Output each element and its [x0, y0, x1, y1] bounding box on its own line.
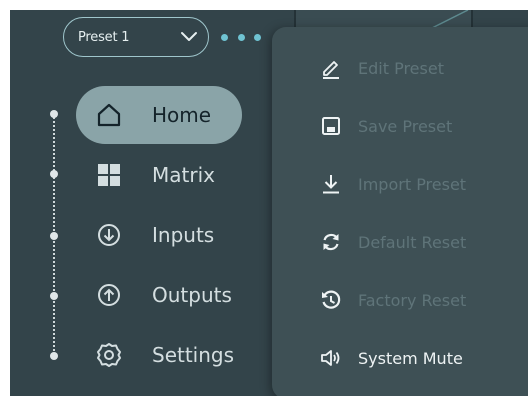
pencil-icon	[320, 57, 342, 79]
nav-item-label: Settings	[152, 343, 235, 367]
timeline-dot	[50, 232, 58, 240]
more-dot-icon	[221, 33, 228, 41]
app-window: Preset 1 Home Matrix Inputs Outputs Sett…	[10, 10, 528, 396]
nav-item-label: Inputs	[152, 223, 215, 247]
menu-item-factory-reset[interactable]: Factory Reset	[272, 277, 528, 323]
nav-item-home[interactable]: Home	[76, 86, 242, 144]
menu-item-label: Import Preset	[358, 174, 467, 194]
nav-item-settings[interactable]: Settings	[76, 326, 242, 384]
grid-icon	[96, 162, 122, 188]
more-dot-icon	[237, 33, 245, 41]
nav-item-label: Matrix	[152, 163, 215, 187]
preset-selector-value: Preset 1	[78, 29, 130, 45]
menu-item-default-reset[interactable]: Default Reset	[272, 219, 528, 265]
more-dot-icon	[254, 33, 261, 41]
more-options-button[interactable]	[221, 30, 261, 44]
floppy-disk-icon	[320, 115, 342, 137]
menu-item-save-preset[interactable]: Save Preset	[272, 103, 528, 149]
nav-item-outputs[interactable]: Outputs	[76, 266, 242, 324]
download-icon	[320, 173, 342, 195]
menu-item-system-mute[interactable]: System Mute	[272, 335, 528, 381]
arrow-down-circle-icon	[96, 222, 122, 248]
gear-icon	[96, 342, 122, 368]
timeline-dot	[50, 292, 58, 300]
home-icon	[96, 102, 122, 128]
preset-menu: Edit Preset Save Preset Import Preset De…	[272, 27, 528, 396]
history-icon	[320, 289, 342, 311]
menu-item-label: System Mute	[358, 348, 463, 368]
nav-item-inputs[interactable]: Inputs	[76, 206, 242, 264]
timeline-dot	[50, 170, 58, 178]
nav-item-matrix[interactable]: Matrix	[76, 146, 242, 204]
nav-item-label: Outputs	[152, 283, 232, 307]
chevron-down-icon	[181, 32, 197, 41]
arrow-up-circle-icon	[96, 282, 122, 308]
menu-item-label: Default Reset	[358, 232, 467, 252]
menu-item-label: Edit Preset	[358, 58, 444, 78]
menu-item-import-preset[interactable]: Import Preset	[272, 161, 528, 207]
menu-item-edit-preset[interactable]: Edit Preset	[272, 45, 528, 91]
preset-selector[interactable]: Preset 1	[63, 17, 209, 57]
timeline-dot	[50, 110, 58, 118]
nav-item-label: Home	[152, 103, 212, 127]
timeline-dot	[50, 352, 58, 360]
menu-item-label: Factory Reset	[358, 290, 467, 310]
speaker-icon	[320, 347, 342, 369]
refresh-icon	[320, 231, 342, 253]
menu-item-label: Save Preset	[358, 116, 453, 136]
background-line	[431, 10, 469, 28]
